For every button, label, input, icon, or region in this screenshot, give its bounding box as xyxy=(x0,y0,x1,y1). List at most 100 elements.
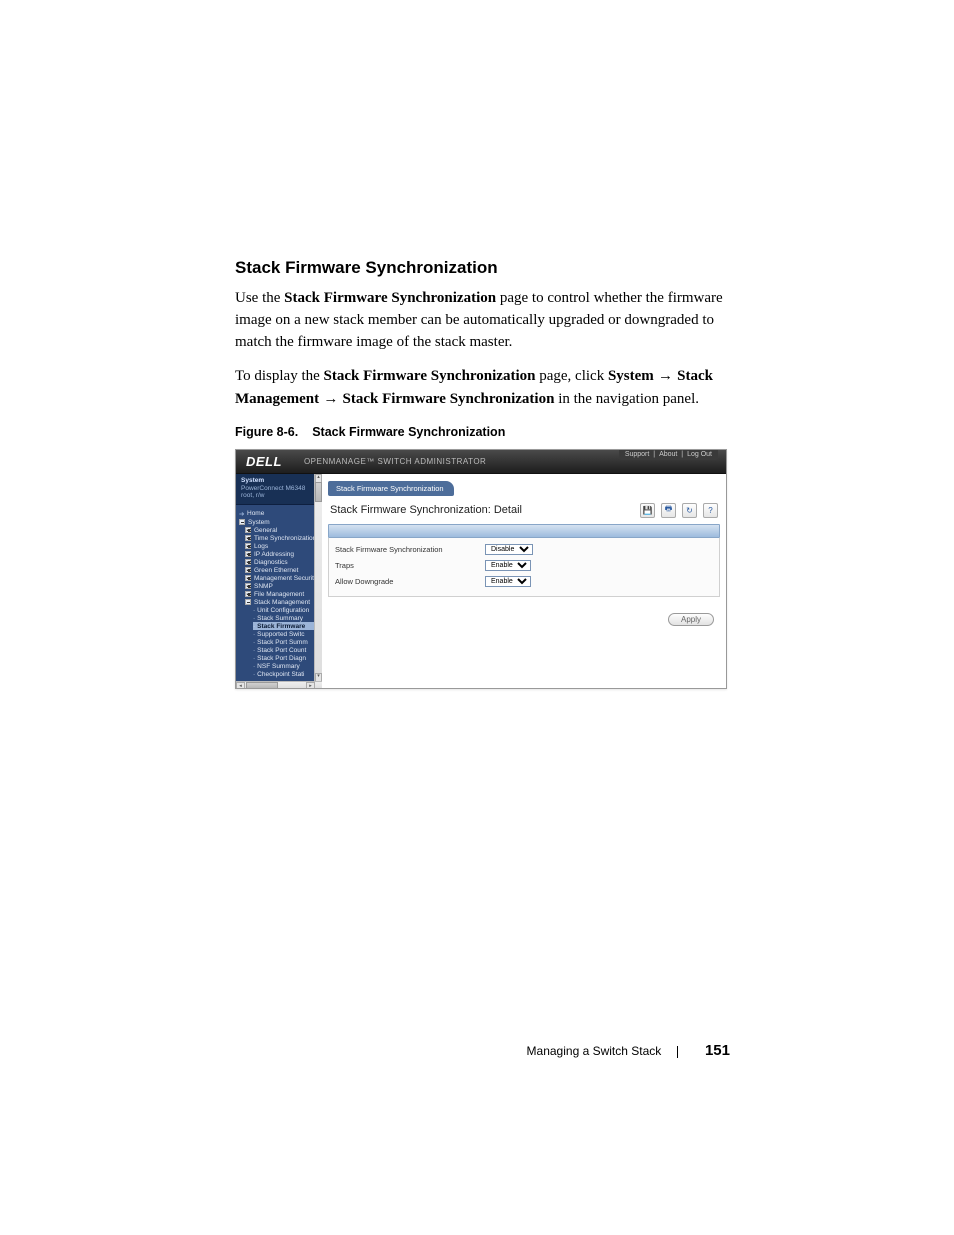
text: in the navigation panel. xyxy=(554,391,699,407)
expand-icon[interactable] xyxy=(245,551,251,557)
sidebar-hscrollbar[interactable]: ◂ ▸ xyxy=(236,681,322,689)
setting-row: TrapsEnable xyxy=(335,558,713,574)
section-heading: Stack Firmware Synchronization xyxy=(235,258,730,278)
sidebar-item[interactable]: Diagnostics xyxy=(245,558,322,566)
sidebar-item[interactable]: IP Addressing xyxy=(245,550,322,558)
settings-form: Stack Firmware SynchronizationDisableTra… xyxy=(328,538,720,597)
sidebar-item-label: Stack Management xyxy=(254,599,310,606)
text: page, click xyxy=(535,368,607,384)
sidebar-item[interactable]: ·Stack Port Count xyxy=(253,646,322,654)
text: To display the xyxy=(235,368,324,384)
expand-icon[interactable] xyxy=(245,543,251,549)
tree-leaf-icon: · xyxy=(253,663,255,670)
expand-icon[interactable] xyxy=(245,591,251,597)
sidebar-user: root, r/w xyxy=(241,492,317,500)
sidebar-item-label: Stack Summary xyxy=(257,615,303,622)
tree-leaf-icon: · xyxy=(253,623,255,630)
sidebar-item[interactable]: File Management xyxy=(245,590,322,598)
scroll-thumb[interactable] xyxy=(315,482,322,502)
print-icon[interactable]: 🖶 xyxy=(661,503,676,518)
home-arrow-icon: ➔ xyxy=(239,510,245,518)
figure-caption: Figure 8-6. Stack Firmware Synchronizatio… xyxy=(235,425,730,439)
sidebar-item-label: Checkpoint Stati xyxy=(257,671,304,678)
sidebar-item-label: Green Ethernet xyxy=(254,567,298,574)
sidebar-item-label: Diagnostics xyxy=(254,559,288,566)
help-icon[interactable]: ? xyxy=(703,503,718,518)
main-panel: Stack Firmware Synchronization Stack Fir… xyxy=(322,474,726,689)
scroll-left-icon[interactable]: ◂ xyxy=(236,682,245,689)
expand-icon[interactable] xyxy=(245,527,251,533)
footer-separator xyxy=(677,1046,678,1058)
sidebar-item-label: SNMP xyxy=(254,583,273,590)
collapse-icon[interactable] xyxy=(239,519,245,525)
setting-select[interactable]: Enable xyxy=(485,560,531,571)
sidebar-item[interactable]: SNMP xyxy=(245,582,322,590)
sidebar-item[interactable]: ·Stack Port Diagn xyxy=(253,654,322,662)
sidebar-item-selected[interactable]: ·Stack Firmware xyxy=(253,622,322,630)
sidebar-item-label: Supported Switc xyxy=(257,631,304,638)
paragraph-2: To display the Stack Firmware Synchroniz… xyxy=(235,365,730,411)
expand-icon[interactable] xyxy=(245,559,251,565)
scroll-thumb[interactable] xyxy=(246,682,278,689)
page-footer: Managing a Switch Stack 151 xyxy=(235,1042,730,1059)
setting-select[interactable]: Disable xyxy=(485,544,533,555)
collapse-icon[interactable] xyxy=(245,599,251,605)
apply-button[interactable]: Apply xyxy=(668,613,714,626)
setting-select[interactable]: Enable xyxy=(485,576,531,587)
sidebar-item-label: Stack Port Count xyxy=(257,647,306,654)
sidebar-item-label: File Management xyxy=(254,591,304,598)
sidebar-item[interactable]: Stack Management xyxy=(245,598,322,606)
figure-title: Stack Firmware Synchronization xyxy=(312,425,505,439)
refresh-icon[interactable]: ↻ xyxy=(682,503,697,518)
sidebar-item[interactable]: Management Security xyxy=(245,574,322,582)
sidebar-title: System xyxy=(241,477,317,485)
sidebar-item[interactable]: ➔Home xyxy=(239,509,322,518)
expand-icon[interactable] xyxy=(245,535,251,541)
setting-label: Allow Downgrade xyxy=(335,577,485,586)
sidebar-item[interactable]: ·Supported Switc xyxy=(253,630,322,638)
logout-link[interactable]: Log Out xyxy=(687,451,712,458)
dell-logo: DELL xyxy=(246,454,282,469)
sidebar-item[interactable]: Logs xyxy=(245,542,322,550)
sidebar-item[interactable]: ·Stack Summary xyxy=(253,614,322,622)
sidebar-item-label: IP Addressing xyxy=(254,551,294,558)
app-title: OPENMANAGE™ SWITCH ADMINISTRATOR xyxy=(304,457,486,466)
nav-system: System xyxy=(608,368,654,384)
sidebar-item-label: Stack Port Diagn xyxy=(257,655,306,662)
term-sfs: Stack Firmware Synchronization xyxy=(284,290,496,306)
sidebar-item[interactable]: ·Unit Configuration xyxy=(253,606,322,614)
sidebar-vscrollbar[interactable]: ▴ ▾ xyxy=(314,474,322,689)
sidebar-item-label: Stack Port Summ xyxy=(257,639,308,646)
sidebar-item-label: Management Security xyxy=(254,575,317,582)
nav-sfs: Stack Firmware Synchronization xyxy=(343,391,555,407)
tree-leaf-icon: · xyxy=(253,671,255,678)
section-bar xyxy=(328,524,720,538)
sidebar-item[interactable]: ·Stack Port Summ xyxy=(253,638,322,646)
breadcrumb-tab[interactable]: Stack Firmware Synchronization xyxy=(328,481,454,496)
setting-row: Stack Firmware SynchronizationDisable xyxy=(335,542,713,558)
support-link[interactable]: Support xyxy=(625,451,650,458)
toolbar-icons: 💾 🖶 ↻ ? xyxy=(640,503,718,518)
app-topbar: DELL OPENMANAGE™ SWITCH ADMINISTRATOR Su… xyxy=(236,450,726,474)
figure-screenshot: DELL OPENMANAGE™ SWITCH ADMINISTRATOR Su… xyxy=(235,449,727,689)
sidebar-item[interactable]: System xyxy=(239,518,322,526)
arrow-icon: → xyxy=(654,367,677,384)
save-icon[interactable]: 💾 xyxy=(640,503,655,518)
sidebar-item[interactable]: Green Ethernet xyxy=(245,566,322,574)
sidebar-item[interactable]: ·NSF Summary xyxy=(253,662,322,670)
sidebar-item[interactable]: Time Synchronization xyxy=(245,534,322,542)
tree-leaf-icon: · xyxy=(253,655,255,662)
about-link[interactable]: About xyxy=(659,451,677,458)
sidebar-item[interactable]: ·Checkpoint Stati xyxy=(253,670,322,678)
expand-icon[interactable] xyxy=(245,567,251,573)
term-sfs: Stack Firmware Synchronization xyxy=(324,368,536,384)
expand-icon[interactable] xyxy=(245,583,251,589)
scroll-right-icon[interactable]: ▸ xyxy=(306,682,315,689)
setting-label: Stack Firmware Synchronization xyxy=(335,545,485,554)
expand-icon[interactable] xyxy=(245,575,251,581)
sidebar-item[interactable]: General xyxy=(245,526,322,534)
text: Use the xyxy=(235,290,284,306)
tree-leaf-icon: · xyxy=(253,639,255,646)
figure-number: Figure 8-6. xyxy=(235,425,298,439)
sidebar-item-label: Home xyxy=(247,510,264,517)
